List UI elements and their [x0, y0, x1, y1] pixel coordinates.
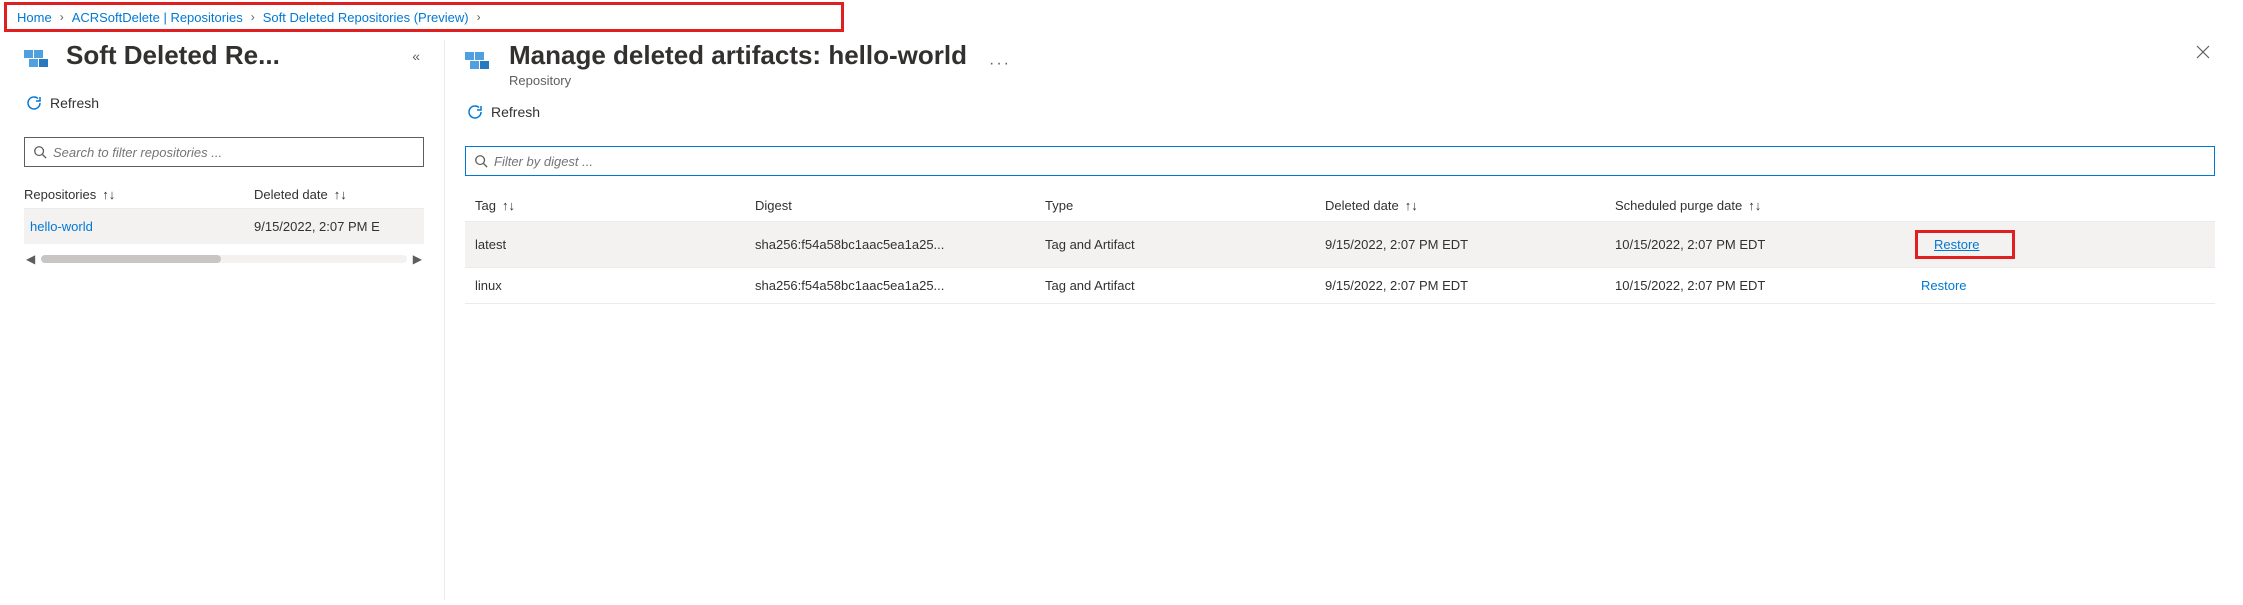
sidebar-refresh-button[interactable]: Refresh: [24, 89, 424, 117]
restore-button-highlight: Restore: [1915, 230, 2015, 259]
filter-digest-field[interactable]: [494, 154, 2206, 169]
sort-icon: ↑↓: [334, 187, 347, 202]
refresh-label: Refresh: [491, 104, 540, 120]
scrollbar-track[interactable]: [41, 255, 407, 263]
repository-row[interactable]: hello-world 9/15/2022, 2:07 PM E: [24, 208, 424, 244]
page-title: Manage deleted artifacts: hello-world: [509, 40, 967, 71]
artifact-table-header: Tag ↑↓ Digest Type Deleted date ↑↓ Sched…: [465, 190, 2215, 222]
repository-name: hello-world: [30, 219, 254, 234]
sidebar-search-field[interactable]: [53, 145, 415, 160]
column-header-digest[interactable]: Digest: [755, 198, 1045, 213]
artifact-row[interactable]: latest sha256:f54a58bc1aac5ea1a25... Tag…: [465, 222, 2215, 268]
sort-icon: ↑↓: [102, 187, 115, 202]
horizontal-scrollbar[interactable]: ◀ ▶: [24, 252, 424, 266]
restore-button[interactable]: Restore: [1928, 235, 1986, 254]
chevron-right-icon: ›: [60, 10, 64, 24]
column-header-tag[interactable]: Tag ↑↓: [475, 198, 755, 213]
repository-deleted-date: 9/15/2022, 2:07 PM E: [254, 219, 424, 234]
artifact-digest: sha256:f54a58bc1aac5ea1a25...: [755, 278, 1045, 293]
sort-icon: ↑↓: [1748, 198, 1761, 213]
scrollbar-thumb[interactable]: [41, 255, 221, 263]
artifact-digest: sha256:f54a58bc1aac5ea1a25...: [755, 237, 1045, 252]
column-header-type[interactable]: Type: [1045, 198, 1325, 213]
container-registry-icon: [465, 46, 495, 70]
sidebar-search-input[interactable]: [24, 137, 424, 167]
filter-digest-input[interactable]: [465, 146, 2215, 176]
scroll-right-icon[interactable]: ▶: [411, 252, 424, 266]
artifact-purge-date: 10/15/2022, 2:07 PM EDT: [1615, 278, 1905, 293]
sidebar-title: Soft Deleted Re...: [66, 40, 396, 71]
refresh-icon: [467, 104, 483, 120]
artifact-purge-date: 10/15/2022, 2:07 PM EDT: [1615, 237, 1905, 252]
column-header-purge-date[interactable]: Scheduled purge date ↑↓: [1615, 198, 1905, 213]
main-refresh-button[interactable]: Refresh: [465, 98, 2215, 126]
chevron-right-icon: ›: [477, 10, 481, 24]
close-button[interactable]: [2191, 40, 2215, 69]
column-header-deleted-date[interactable]: Deleted date ↑↓: [254, 187, 424, 202]
search-icon: [33, 145, 47, 159]
artifact-deleted-date: 9/15/2022, 2:07 PM EDT: [1325, 237, 1615, 252]
artifact-type: Tag and Artifact: [1045, 278, 1325, 293]
sort-icon: ↑↓: [1405, 198, 1418, 213]
breadcrumb-repositories[interactable]: ACRSoftDelete | Repositories: [72, 10, 243, 25]
search-icon: [474, 154, 488, 168]
page-subtitle: Repository: [509, 73, 967, 88]
artifact-deleted-date: 9/15/2022, 2:07 PM EDT: [1325, 278, 1615, 293]
artifact-row[interactable]: linux sha256:f54a58bc1aac5ea1a25... Tag …: [465, 268, 2215, 304]
artifact-tag: linux: [475, 278, 755, 293]
refresh-icon: [26, 95, 42, 111]
sort-icon: ↑↓: [502, 198, 515, 213]
chevron-right-icon: ›: [251, 10, 255, 24]
scroll-left-icon[interactable]: ◀: [24, 252, 37, 266]
collapse-sidebar-button[interactable]: «: [408, 44, 424, 68]
breadcrumb-soft-deleted[interactable]: Soft Deleted Repositories (Preview): [263, 10, 469, 25]
sidebar-column-headers: Repositories ↑↓ Deleted date ↑↓: [24, 181, 424, 208]
artifact-type: Tag and Artifact: [1045, 237, 1325, 252]
column-header-deleted-date[interactable]: Deleted date ↑↓: [1325, 198, 1615, 213]
refresh-label: Refresh: [50, 95, 99, 111]
close-icon: [2195, 44, 2211, 60]
more-actions-button[interactable]: ···: [981, 47, 1019, 81]
main-panel: Manage deleted artifacts: hello-world Re…: [445, 40, 2243, 600]
container-registry-icon: [24, 44, 54, 68]
breadcrumb-home[interactable]: Home: [17, 10, 52, 25]
artifact-tag: latest: [475, 237, 755, 252]
restore-button[interactable]: Restore: [1915, 276, 1973, 295]
sidebar-panel: Soft Deleted Re... « Refresh Repositorie…: [0, 40, 445, 600]
breadcrumb: Home › ACRSoftDelete | Repositories › So…: [4, 2, 844, 32]
column-header-repositories[interactable]: Repositories ↑↓: [24, 187, 254, 202]
